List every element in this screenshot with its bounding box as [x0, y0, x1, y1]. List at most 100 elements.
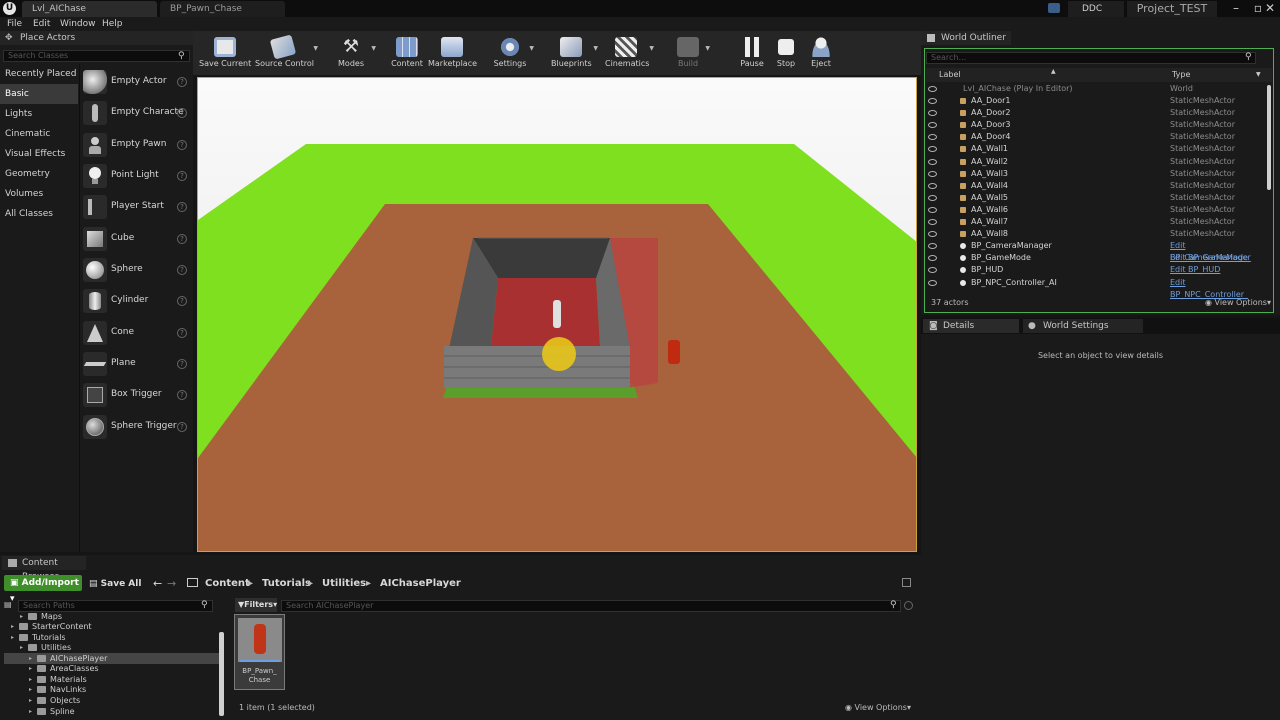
actor-empty-actor[interactable]: Empty Actor ? — [80, 66, 192, 97]
chevron-down-icon[interactable]: ▼ — [705, 45, 710, 52]
chevron-down-icon[interactable]: ▼ — [1256, 71, 1261, 78]
content-button[interactable]: Content — [390, 31, 424, 75]
forward-arrow-icon[interactable]: → — [167, 577, 176, 590]
filters-button[interactable]: ▼Filters▾ — [235, 598, 277, 612]
outliner-row[interactable]: BP_HUD Edit BP_HUD — [924, 264, 1264, 276]
stop-button[interactable]: Stop — [773, 31, 799, 75]
col-type-header[interactable]: Type — [1172, 70, 1190, 79]
help-icon[interactable]: ? — [177, 265, 187, 275]
blueprints-button[interactable]: Blueprints ▼ — [551, 31, 598, 75]
actor-point-light[interactable]: Point Light ? — [80, 160, 192, 191]
folder-tree-item[interactable]: ▸ Objects — [4, 695, 219, 706]
category-basic[interactable]: Basic — [0, 84, 78, 104]
outliner-row-world[interactable]: Lvl_AIChase (Play In Editor) World — [924, 83, 1264, 95]
help-icon[interactable]: ? — [177, 328, 187, 338]
lock-icon[interactable] — [902, 578, 911, 587]
notification-icon[interactable] — [1048, 3, 1060, 13]
world-outliner-tab[interactable]: World Outliner — [921, 31, 1011, 45]
outliner-row[interactable]: AA_Wall7 StaticMeshActor — [924, 216, 1264, 228]
outliner-row[interactable]: BP_NPC_Controller_AI Edit BP_NPC_Controll… — [924, 277, 1264, 299]
outliner-row[interactable]: AA_Wall3 StaticMeshActor — [924, 168, 1264, 180]
actor-sphere-trigger[interactable]: Sphere Trigger ? — [80, 411, 192, 442]
folder-tree-item[interactable]: ▸ Utilities — [4, 642, 219, 653]
outliner-row[interactable]: AA_Door1 StaticMeshActor — [924, 95, 1264, 107]
folder-tree-item[interactable]: ▸ AreaClasses — [4, 663, 219, 674]
folder-tree-item[interactable]: ▸ Spline — [4, 706, 219, 717]
cinematics-button[interactable]: Cinematics ▼ — [605, 31, 654, 75]
modes-button[interactable]: ⚒ Modes ▼ — [333, 31, 376, 75]
eye-icon[interactable] — [928, 110, 937, 117]
outliner-row[interactable]: AA_Door2 StaticMeshActor — [924, 107, 1264, 119]
folder-tree-item[interactable]: ▸ StarterContent — [4, 621, 219, 632]
menu-window[interactable]: Window — [60, 17, 96, 31]
breadcrumb-separator-icon[interactable]: ▸ — [308, 577, 313, 591]
asset-tile-bp-pawn-chase[interactable]: BP_Pawn_ Chase — [234, 614, 285, 690]
category-cinematic[interactable]: Cinematic — [0, 124, 78, 144]
category-volumes[interactable]: Volumes — [0, 184, 78, 204]
eye-icon[interactable] — [928, 98, 937, 104]
tab-bp-pawn-chase[interactable]: BP_Pawn_Chase — [160, 1, 285, 17]
actor-cylinder[interactable]: Cylinder ? — [80, 285, 192, 316]
eye-icon[interactable] — [928, 170, 937, 177]
actor-empty-pawn[interactable]: Empty Pawn ? — [80, 129, 192, 160]
breadcrumb-separator-icon[interactable]: ▸ — [248, 577, 253, 591]
level-viewport[interactable] — [197, 77, 917, 552]
minimize-icon[interactable]: – — [1225, 0, 1247, 17]
save-current-button[interactable]: Save Current — [199, 31, 251, 75]
expand-arrow-icon[interactable]: ▸ — [29, 684, 32, 695]
eye-icon[interactable] — [928, 182, 937, 189]
content-browser-tab[interactable]: Content Browser — [2, 556, 86, 582]
expand-arrow-icon[interactable]: ▸ — [11, 621, 14, 632]
save-search-icon[interactable] — [904, 601, 913, 610]
actor-cone[interactable]: Cone ? — [80, 317, 192, 348]
eye-icon[interactable] — [928, 194, 937, 201]
outliner-search-input[interactable]: Search... — [926, 52, 1256, 64]
actor-box-trigger[interactable]: Box Trigger ? — [80, 379, 192, 410]
outliner-row[interactable]: AA_Wall5 StaticMeshActor — [924, 192, 1264, 204]
breadcrumb-aichaseplayer[interactable]: AIChasePlayer — [380, 577, 461, 591]
outliner-row[interactable]: BP_GameMode Edit BP_GameMode — [924, 252, 1264, 264]
actor-sphere[interactable]: Sphere ? — [80, 254, 192, 285]
actor-player-start[interactable]: Player Start ? — [80, 191, 192, 222]
chevron-down-icon[interactable]: ▼ — [529, 45, 534, 52]
eye-icon[interactable] — [928, 219, 937, 225]
actor-type[interactable]: Edit BP_HUD — [1170, 264, 1220, 276]
help-icon[interactable]: ? — [177, 234, 187, 244]
help-icon[interactable]: ? — [177, 140, 187, 150]
breadcrumb-tutorials[interactable]: Tutorials — [262, 577, 311, 591]
marketplace-button[interactable]: Marketplace — [428, 31, 477, 75]
help-icon[interactable]: ? — [177, 296, 187, 306]
help-icon[interactable]: ? — [177, 77, 187, 87]
eye-icon[interactable] — [928, 231, 937, 238]
help-icon[interactable]: ? — [177, 108, 187, 118]
outliner-row[interactable]: AA_Wall2 StaticMeshActor — [924, 156, 1264, 168]
pause-button[interactable]: Pause — [737, 31, 767, 75]
eye-icon[interactable] — [928, 243, 937, 250]
outliner-row[interactable]: AA_Wall8 StaticMeshActor — [924, 228, 1264, 240]
chevron-down-icon[interactable]: ▼ — [593, 45, 598, 52]
eye-icon[interactable] — [928, 267, 937, 274]
folder-tree-item[interactable]: ▸ NavLinks — [4, 684, 219, 695]
tree-collapse-icon[interactable]: ▤ — [4, 600, 12, 609]
tree-scrollbar[interactable] — [219, 632, 224, 716]
help-icon[interactable]: ? — [177, 422, 187, 432]
content-view-options[interactable]: ◉ View Options▾ — [845, 703, 911, 712]
asset-search-input[interactable]: Search AIChasePlayer — [281, 600, 901, 612]
category-geometry[interactable]: Geometry — [0, 164, 78, 184]
expand-arrow-icon[interactable]: ▸ — [20, 642, 23, 653]
ddc-button[interactable]: DDC — [1068, 1, 1124, 17]
chevron-down-icon[interactable]: ▼ — [313, 45, 318, 52]
save-all-button[interactable]: ▤ Save All — [89, 577, 141, 591]
category-visual-effects[interactable]: Visual Effects — [0, 144, 78, 164]
category-lights[interactable]: Lights — [0, 104, 78, 124]
place-actors-tab[interactable]: ✥ Place Actors — [0, 31, 193, 45]
outliner-scrollbar[interactable] — [1267, 85, 1271, 190]
breadcrumb-separator-icon[interactable]: ▸ — [366, 577, 371, 591]
close-icon[interactable]: ✕ — [1259, 0, 1280, 17]
eye-icon[interactable] — [928, 279, 937, 286]
tab-details[interactable]: ◙ Details — [923, 319, 1019, 333]
back-arrow-icon[interactable]: ← — [153, 577, 162, 590]
outliner-row[interactable]: AA_Door4 StaticMeshActor — [924, 131, 1264, 143]
help-icon[interactable]: ? — [177, 390, 187, 400]
source-control-button[interactable]: Source Control ▼ — [255, 31, 318, 75]
